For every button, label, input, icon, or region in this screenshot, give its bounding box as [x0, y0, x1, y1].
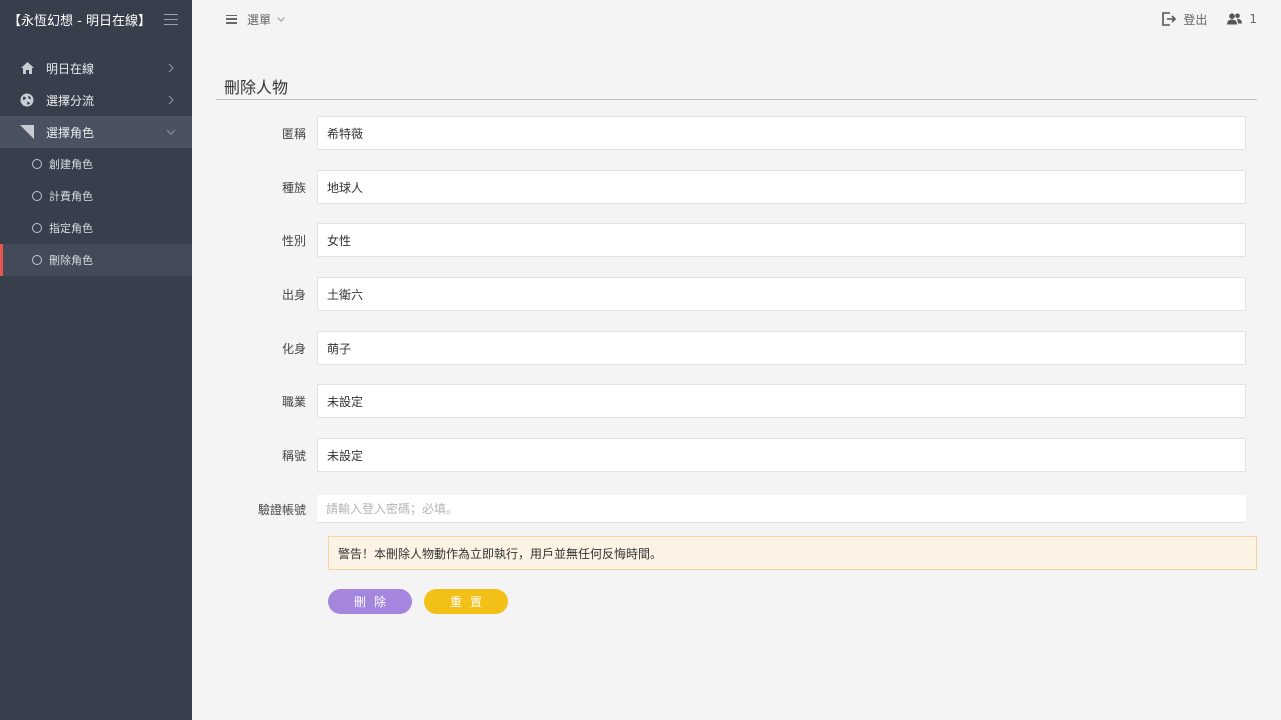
- form-row-origin: 出身 土衛六: [192, 277, 1281, 311]
- main-content: 刪除人物 匿稱 希特薇 種族 地球人 性別 女性 出身 土衛六 化身 萌子 職業…: [192, 38, 1281, 720]
- circle-icon: [32, 223, 42, 233]
- chevron-down-icon: [277, 16, 285, 22]
- sidebar-item-label: 選擇分流: [46, 93, 95, 108]
- top-actions: 登出 1: [1162, 11, 1257, 28]
- field-label: 匿稱: [281, 127, 306, 141]
- sidebar-subitem-label: 指定角色: [49, 222, 93, 235]
- online-count: 1: [1249, 12, 1257, 26]
- circle-icon: [32, 255, 42, 265]
- menu-dropdown[interactable]: 選單: [226, 11, 285, 28]
- form-row-avatar: 化身 萌子: [192, 331, 1281, 365]
- circle-icon: [32, 191, 42, 201]
- globe-icon: [20, 93, 34, 107]
- origin-field[interactable]: 土衛六: [317, 277, 1246, 311]
- menu-label: 選單: [247, 12, 272, 27]
- sidebar-item-label: 選擇角色: [46, 125, 95, 140]
- field-label: 性別: [281, 234, 306, 248]
- sidebar-subitem-label: 計費角色: [49, 190, 93, 203]
- corner-icon: [20, 125, 34, 139]
- sidebar-subitem-label: 創建角色: [49, 158, 93, 171]
- users-icon: [1227, 13, 1243, 25]
- sidebar-item-today-online[interactable]: 明日在線: [0, 52, 192, 84]
- field-label: 化身: [281, 342, 306, 356]
- sidebar-item-select-character[interactable]: 選擇角色: [0, 116, 192, 148]
- circle-icon: [32, 159, 42, 169]
- field-label: 職業: [281, 395, 306, 409]
- top-bar: 選單 登出 1: [192, 0, 1281, 38]
- app-title[interactable]: 【永恆幻想 - 明日在線】: [8, 10, 151, 29]
- sidebar-item-label: 明日在線: [46, 61, 95, 76]
- field-label: 出身: [281, 288, 306, 302]
- menu-icon: [226, 14, 237, 24]
- form-row-race: 種族 地球人: [192, 170, 1281, 204]
- online-users[interactable]: 1: [1227, 12, 1257, 26]
- sidebar-item-select-server[interactable]: 選擇分流: [0, 84, 192, 116]
- profession-field[interactable]: 未設定: [317, 384, 1246, 418]
- race-field[interactable]: 地球人: [317, 170, 1246, 204]
- delete-button[interactable]: 刪除: [328, 589, 412, 614]
- chevron-right-icon: [166, 95, 176, 105]
- logout-icon: [1162, 12, 1177, 26]
- sidebar-subitem-create-character[interactable]: 創建角色: [0, 148, 192, 180]
- logout-label: 登出: [1183, 12, 1208, 27]
- field-label: 稱號: [281, 449, 306, 463]
- form-row-verify: 驗證帳號 請輸入登入密碼；必填。: [192, 492, 1281, 526]
- nickname-field[interactable]: 希特薇: [317, 116, 1246, 150]
- sidebar: 【永恆幻想 - 明日在線】 明日在線 選擇分流 選擇角色 創建角色 計費角色 指…: [0, 0, 192, 720]
- form-row-title: 稱號 未設定: [192, 438, 1281, 472]
- form-row-gender: 性別 女性: [192, 223, 1281, 257]
- avatar-field[interactable]: 萌子: [317, 331, 1246, 365]
- home-icon: [20, 61, 34, 75]
- password-field[interactable]: 請輸入登入密碼；必填。: [317, 495, 1246, 523]
- title-field[interactable]: 未設定: [317, 438, 1246, 472]
- sidebar-subitem-assign-character[interactable]: 指定角色: [0, 212, 192, 244]
- form-row-nickname: 匿稱 希特薇: [192, 116, 1281, 150]
- reset-button[interactable]: 重置: [424, 589, 508, 614]
- title-divider: [216, 99, 1257, 100]
- field-label: 種族: [281, 181, 306, 195]
- page-title: 刪除人物: [224, 78, 289, 97]
- field-label: 驗證帳號: [257, 503, 306, 517]
- sidebar-subitem-delete-character[interactable]: 刪除角色: [0, 244, 192, 276]
- brand-bar: 【永恆幻想 - 明日在線】: [0, 0, 192, 38]
- sidebar-menu: 明日在線 選擇分流 選擇角色 創建角色 計費角色 指定角色 刪除角色: [0, 52, 192, 276]
- logout-button[interactable]: 登出: [1162, 11, 1207, 28]
- sidebar-subitem-label: 刪除角色: [49, 254, 93, 267]
- chevron-down-icon: [166, 127, 176, 137]
- sidebar-subitem-billing-character[interactable]: 計費角色: [0, 180, 192, 212]
- form-row-profession: 職業 未設定: [192, 384, 1281, 418]
- gender-field[interactable]: 女性: [317, 223, 1246, 257]
- chevron-right-icon: [166, 63, 176, 73]
- warning-alert: 警告！本刪除人物動作為立即執行，用戶並無任何反悔時間。: [328, 536, 1257, 570]
- sidebar-toggle-icon[interactable]: [164, 13, 178, 25]
